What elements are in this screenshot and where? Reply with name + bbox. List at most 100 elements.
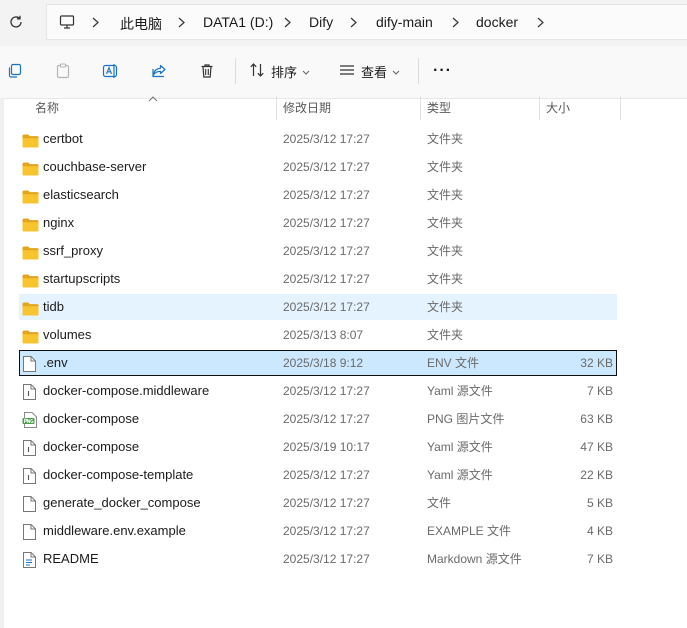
chevron-right-icon[interactable] <box>90 14 100 30</box>
breadcrumb-item[interactable]: Dify <box>309 14 333 30</box>
column-header-label: 大小 <box>546 100 571 115</box>
file-type: Markdown 源文件 <box>427 552 522 566</box>
file-row[interactable]: elasticsearch 2025/3/12 17:27 文件夹 <box>19 182 617 208</box>
folder-icon <box>22 299 39 316</box>
file-icon <box>22 523 38 540</box>
file-row[interactable]: nginx 2025/3/12 17:27 文件夹 <box>19 210 617 236</box>
file-row[interactable]: middleware.env.example 2025/3/12 17:27 EXA… <box>19 518 617 544</box>
column-header-size[interactable]: 大小 <box>546 94 570 120</box>
file-type: Yaml 源文件 <box>427 384 493 398</box>
column-header-label: 名称 <box>35 100 60 115</box>
file-type: 文件夹 <box>427 160 464 174</box>
file-row[interactable]: startupscripts 2025/3/12 17:27 文件夹 <box>19 266 617 292</box>
file-date-modified: 2025/3/12 17:27 <box>283 384 370 398</box>
png-file-icon <box>22 411 38 428</box>
toolbar-divider <box>418 58 419 84</box>
chevron-right-icon[interactable] <box>176 14 186 30</box>
file-name: docker-compose.middleware <box>43 383 210 398</box>
file-name: certbot <box>43 131 83 146</box>
file-name: docker-compose-template <box>43 467 194 482</box>
folder-icon <box>22 271 39 288</box>
paste-icon[interactable] <box>53 61 73 81</box>
column-divider[interactable] <box>420 96 421 120</box>
chevron-right-icon[interactable] <box>450 14 460 30</box>
file-size: 4 KB <box>586 524 613 538</box>
file-size: 32 KB <box>580 356 613 370</box>
command-bar: 排序 查看 ··· <box>0 46 687 99</box>
file-row[interactable]: generate_docker_compose 2025/3/12 17:27 文件… <box>19 490 617 516</box>
file-type: 文件夹 <box>427 244 464 258</box>
file-date-modified: 2025/3/12 17:27 <box>283 160 370 174</box>
file-row[interactable]: docker-compose.middleware 2025/3/12 17:27… <box>19 378 617 404</box>
copy-icon[interactable] <box>5 61 25 81</box>
breadcrumb-item[interactable]: DATA1 (D:) <box>203 14 273 30</box>
file-icon <box>22 495 38 512</box>
folder-icon <box>22 327 39 344</box>
chevron-down-icon <box>392 64 400 79</box>
file-row[interactable]: docker-compose-template 2025/3/12 17:27 Ya… <box>19 462 617 488</box>
file-row[interactable]: couchbase-server 2025/3/12 17:27 文件夹 <box>19 154 617 180</box>
view-icon <box>339 62 355 81</box>
file-date-modified: 2025/3/12 17:27 <box>283 468 370 482</box>
share-icon[interactable] <box>149 61 169 81</box>
file-name: ssrf_proxy <box>43 243 103 258</box>
file-row[interactable]: .env 2025/3/18 9:12 ENV 文件 32 KB <box>19 350 617 376</box>
folder-icon <box>22 215 39 232</box>
file-date-modified: 2025/3/12 17:27 <box>283 552 370 566</box>
column-divider[interactable] <box>620 96 621 120</box>
file-type: 文件夹 <box>427 216 464 230</box>
rename-icon[interactable] <box>101 61 121 81</box>
file-row[interactable]: volumes 2025/3/13 8:07 文件夹 <box>19 322 617 348</box>
chevron-right-icon[interactable] <box>348 14 358 30</box>
column-divider[interactable] <box>539 96 540 120</box>
file-row[interactable]: docker-compose 2025/3/12 17:27 PNG 图片文件 63 … <box>19 406 617 432</box>
file-date-modified: 2025/3/12 17:27 <box>283 272 370 286</box>
folder-icon <box>22 187 39 204</box>
file-row[interactable]: README 2025/3/12 17:27 Markdown 源文件 7 KB <box>19 546 617 572</box>
breadcrumb-item[interactable]: dify-main <box>376 14 433 30</box>
navigation-pane-edge <box>0 98 4 628</box>
sort-icon <box>249 62 265 81</box>
sort-button[interactable]: 排序 <box>249 60 310 82</box>
file-size: 63 KB <box>580 412 613 426</box>
column-divider[interactable] <box>276 96 277 120</box>
chevron-right-icon[interactable] <box>282 14 292 30</box>
file-name: couchbase-server <box>43 159 147 174</box>
file-name: tidb <box>43 299 64 314</box>
breadcrumb-item[interactable]: docker <box>476 14 518 30</box>
column-header-type[interactable]: 类型 <box>427 94 451 120</box>
file-type: 文件夹 <box>427 328 464 342</box>
file-name: docker-compose <box>43 439 140 454</box>
address-bar[interactable]: 此电脑 DATA1 (D:) Dify dify-main docker <box>46 4 687 40</box>
sort-label: 排序 <box>271 64 298 80</box>
file-row[interactable]: certbot 2025/3/12 17:27 文件夹 <box>19 126 617 152</box>
file-name: .env <box>43 355 68 370</box>
refresh-icon[interactable] <box>6 12 26 32</box>
file-name: generate_docker_compose <box>43 495 201 510</box>
markdown-file-icon <box>22 551 38 568</box>
more-options-button[interactable]: ··· <box>433 62 452 80</box>
breadcrumb-item[interactable]: 此电脑 <box>120 14 162 34</box>
chevron-right-icon[interactable] <box>535 14 545 30</box>
computer-icon[interactable] <box>59 14 75 33</box>
file-date-modified: 2025/3/12 17:27 <box>283 300 370 314</box>
file-type: 文件夹 <box>427 300 464 314</box>
column-header-date[interactable]: 修改日期 <box>283 94 331 120</box>
file-icon <box>22 355 38 372</box>
file-row[interactable]: ssrf_proxy 2025/3/12 17:27 文件夹 <box>19 238 617 264</box>
file-name: nginx <box>43 215 75 230</box>
file-row[interactable]: docker-compose 2025/3/19 10:17 Yaml 源文件 47 … <box>19 434 617 460</box>
file-date-modified: 2025/3/12 17:27 <box>283 132 370 146</box>
sort-ascending-icon <box>148 90 158 105</box>
column-header-name[interactable]: 名称 <box>35 94 59 120</box>
file-date-modified: 2025/3/12 17:27 <box>283 188 370 202</box>
file-row[interactable]: tidb 2025/3/12 17:27 文件夹 <box>19 294 617 320</box>
view-label: 查看 <box>361 64 388 80</box>
file-size: 47 KB <box>580 440 613 454</box>
view-button[interactable]: 查看 <box>339 60 400 82</box>
folder-icon <box>22 243 39 260</box>
file-date-modified: 2025/3/18 9:12 <box>283 356 364 370</box>
delete-icon[interactable] <box>197 61 217 81</box>
file-name: startupscripts <box>43 271 121 286</box>
file-type: 文件 <box>427 496 452 510</box>
